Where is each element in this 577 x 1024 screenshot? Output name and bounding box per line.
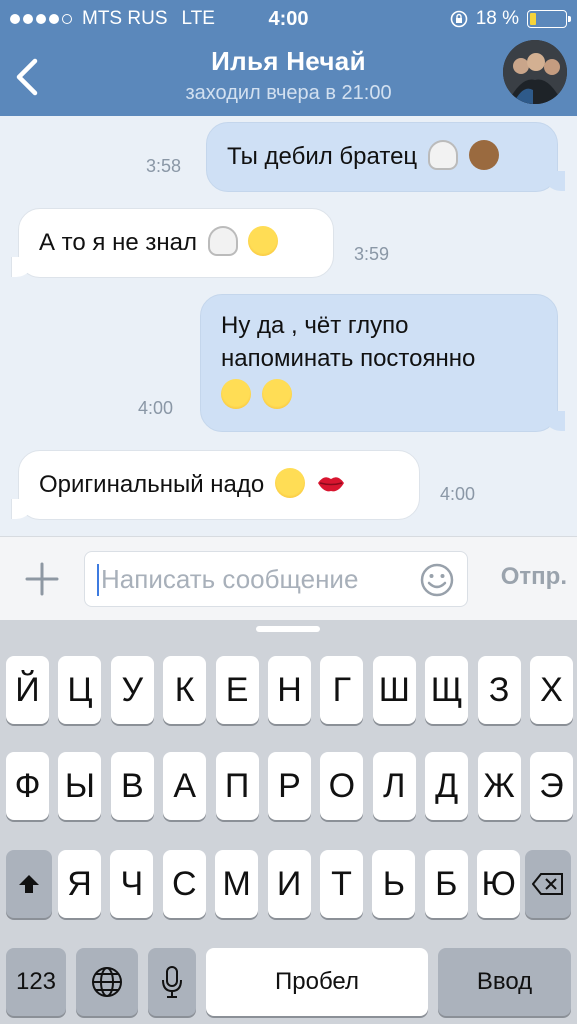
chat-header: MTS RUS LTE 4:00 18 % Илья Нечай заходил…	[0, 0, 577, 116]
dictation-key[interactable]	[148, 948, 196, 1016]
send-button[interactable]: Отпр.	[501, 563, 567, 591]
message-text-line-2: напоминать постоянно	[221, 345, 476, 372]
letter-key[interactable]: Ь	[372, 850, 416, 918]
letter-key[interactable]: П	[215, 752, 259, 820]
message-input-bar: Написать сообщение Отпр.	[0, 536, 577, 620]
letter-key[interactable]: Х	[530, 656, 573, 724]
status-bar: MTS RUS LTE 4:00 18 %	[0, 6, 577, 32]
battery-info: 18 %	[450, 8, 571, 30]
tears-of-joy-emoji-icon	[248, 226, 279, 256]
last-seen-status: заходил вчера в 21:00	[185, 82, 392, 104]
numbers-key[interactable]: 123	[6, 948, 66, 1016]
incoming-message[interactable]: Оригинальный надо	[11, 450, 420, 520]
letter-key[interactable]: Т	[320, 850, 363, 918]
letter-key[interactable]: К	[163, 656, 207, 724]
letter-key[interactable]: З	[477, 656, 521, 724]
letter-key[interactable]: А	[163, 752, 207, 820]
message-time: 3:58	[146, 156, 182, 176]
letter-key[interactable]: М	[215, 850, 259, 918]
backspace-icon	[532, 873, 563, 895]
backspace-key[interactable]	[525, 850, 571, 918]
enter-key[interactable]: Ввод	[438, 948, 571, 1016]
letter-key[interactable]: Ж	[477, 752, 521, 820]
letter-key[interactable]: Ш	[372, 656, 416, 724]
shift-key[interactable]	[6, 850, 52, 918]
keyboard-handle[interactable]	[256, 626, 320, 632]
letter-key[interactable]: И	[267, 850, 311, 918]
message-time: 4:00	[138, 398, 174, 418]
letter-key[interactable]: Я	[58, 850, 101, 918]
message-time: 3:59	[354, 244, 390, 264]
letter-key[interactable]: Н	[268, 656, 311, 724]
rotation-lock-icon	[450, 10, 467, 28]
message-list[interactable]: Ты дебил братец 3:58 А то я не знал 3:59…	[0, 116, 577, 536]
battery-level	[530, 13, 537, 25]
avatar-photo-icon	[503, 40, 567, 104]
incoming-message[interactable]: А то я не знал	[11, 208, 334, 278]
letter-key[interactable]: В	[110, 752, 154, 820]
letter-key[interactable]: Щ	[425, 656, 469, 724]
on-screen-keyboard: ЙЦУКЕНГШЩЗХ ФЫВАПРОЛДЖЭ ЯЧСМИТЬБЮ 123 Пр…	[0, 620, 577, 1024]
ghost-emoji-icon	[427, 140, 458, 170]
message-text: Ты дебил братец	[227, 143, 418, 170]
letter-key[interactable]: Ф	[6, 752, 49, 820]
contact-avatar[interactable]	[503, 40, 567, 104]
message-text-line-1: Ну да , чёт глупо	[221, 312, 409, 339]
letter-key[interactable]: Й	[6, 656, 49, 724]
letter-key[interactable]: Б	[424, 850, 468, 918]
tears-of-joy-emoji-icon	[221, 379, 251, 409]
message-input[interactable]: Написать сообщение	[84, 551, 468, 607]
message-text: А то я не знал	[39, 229, 197, 256]
attach-plus-icon[interactable]	[24, 561, 60, 597]
letter-key[interactable]: О	[320, 752, 364, 820]
message-text: Оригинальный надо	[39, 471, 265, 498]
microphone-icon	[162, 966, 182, 998]
shift-arrow-icon	[19, 875, 39, 893]
space-key[interactable]: Пробел	[206, 948, 428, 1016]
letter-key[interactable]: Ц	[58, 656, 102, 724]
outgoing-message[interactable]: Ты дебил братец	[206, 122, 565, 192]
outgoing-message[interactable]: Ну да , чёт глупо напоминать постоянно	[200, 294, 565, 432]
letter-key[interactable]: У	[110, 656, 154, 724]
letter-key[interactable]: С	[162, 850, 206, 918]
letter-key[interactable]: Л	[372, 752, 416, 820]
letter-key[interactable]: Г	[320, 656, 364, 724]
letter-key[interactable]: Э	[530, 752, 573, 820]
battery-percent: 18 %	[475, 8, 519, 29]
emoji-picker-smile-icon[interactable]	[419, 562, 455, 598]
letter-key[interactable]: Е	[215, 656, 259, 724]
ghost-emoji-icon	[207, 226, 238, 256]
letter-key[interactable]: Р	[268, 752, 311, 820]
contact-name[interactable]: Илья Нечай	[0, 46, 577, 77]
letter-key[interactable]: Ч	[110, 850, 154, 918]
globe-icon	[92, 967, 122, 997]
letter-key[interactable]: Ы	[58, 752, 102, 820]
lips-kiss-emoji-icon	[317, 477, 344, 492]
kissing-heart-emoji-icon	[261, 379, 292, 409]
battery-icon	[527, 10, 571, 28]
letter-key[interactable]: Д	[425, 752, 469, 820]
letter-key[interactable]: Ю	[477, 850, 521, 918]
tears-of-joy-emoji-icon	[274, 468, 305, 498]
message-time: 4:00	[440, 484, 476, 504]
language-key[interactable]	[76, 948, 138, 1016]
text-caret	[97, 564, 99, 596]
see-no-evil-monkey-emoji-icon	[468, 140, 499, 170]
input-placeholder: Написать сообщение	[101, 564, 359, 594]
